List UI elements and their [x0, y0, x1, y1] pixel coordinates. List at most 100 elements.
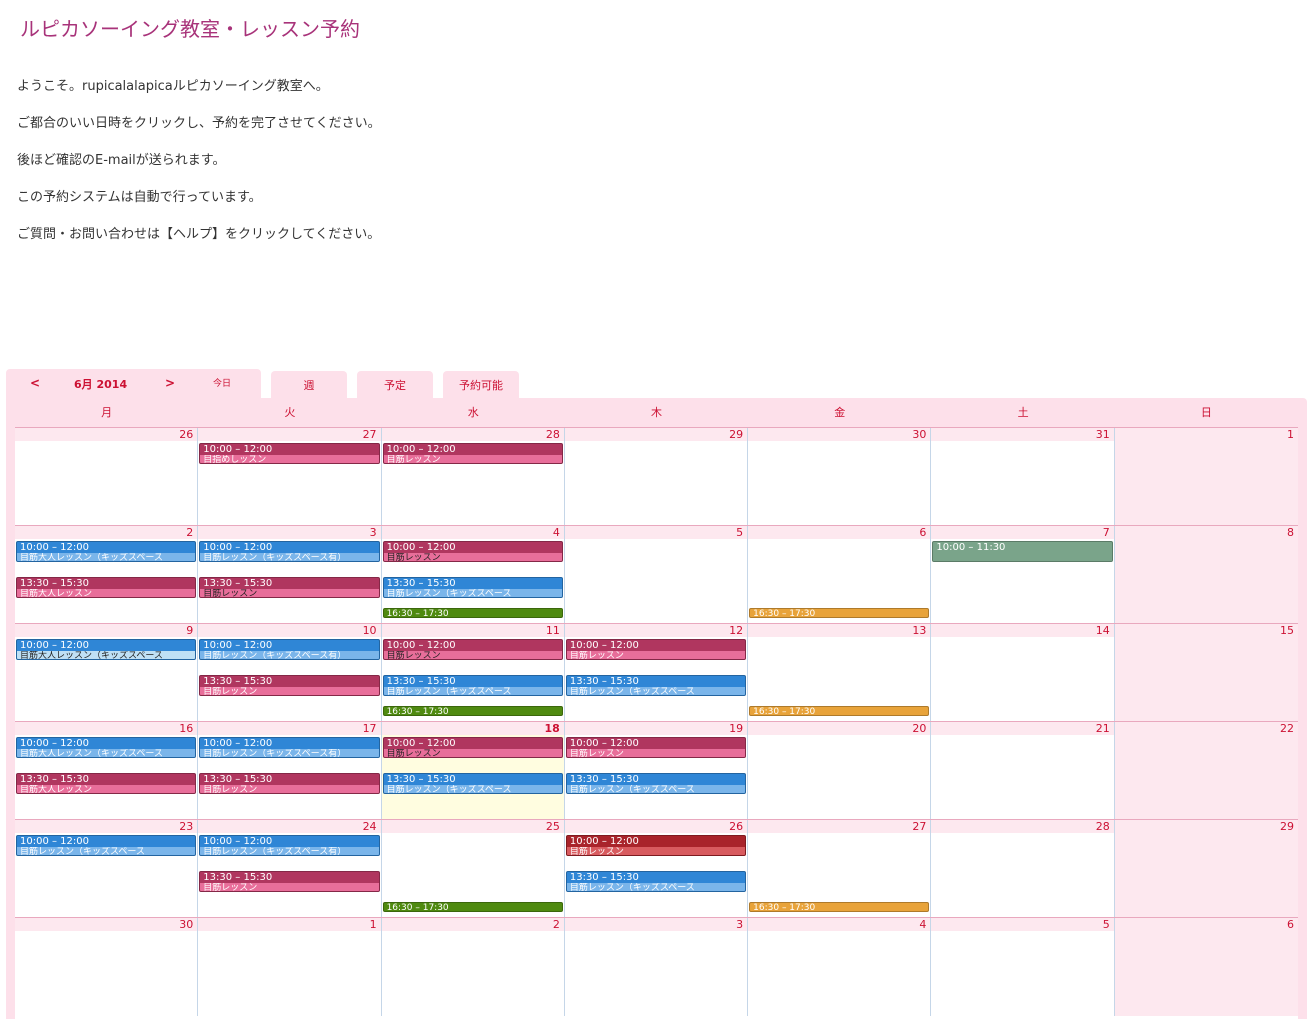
calendar-event[interactable]: 13:30 – 15:30 目筋レッスン（キッズスペース [565, 871, 747, 892]
day-cell[interactable]: 2 [381, 918, 565, 1016]
day-number[interactable]: 12 [564, 624, 748, 637]
calendar-event[interactable]: 13:30 – 15:30 目筋レッスン [199, 577, 380, 598]
calendar-event[interactable]: 10:00 – 12:00 目筋レッスン（キッズスペース [16, 835, 197, 856]
day-cell[interactable]: 1 [198, 918, 382, 1016]
today-button[interactable]: 今日 [213, 376, 231, 389]
day-number[interactable]: 25 [381, 820, 564, 833]
calendar-event[interactable]: 10:00 – 12:00 目筋レッスン（キッズスペース有） [199, 541, 380, 562]
calendar-event[interactable]: 13:30 – 15:30 目筋レッスン（キッズスペース [382, 773, 563, 794]
day-number[interactable]: 26 [564, 820, 748, 833]
day-number[interactable]: 11 [381, 624, 564, 637]
day-number[interactable]: 1 [198, 918, 381, 931]
calendar-event[interactable]: 16:30 – 17:30 [382, 902, 563, 912]
calendar-event[interactable]: 16:30 – 17:30 [382, 608, 563, 618]
day-cell[interactable]: 6 [1114, 918, 1298, 1016]
day-cell[interactable]: 31 [931, 428, 1115, 526]
calendar-event[interactable]: 10:00 – 12:00 目筋レッスン（キッズスペース有） [199, 835, 380, 856]
calendar-event[interactable]: 10:00 – 12:00 目筋レッスン [565, 639, 747, 660]
day-number[interactable]: 3 [564, 918, 748, 931]
day-number[interactable]: 5 [931, 918, 1114, 931]
day-cell[interactable]: 22 [1114, 722, 1298, 820]
prev-month-button[interactable]: < [30, 376, 40, 390]
day-number[interactable]: 14 [931, 624, 1114, 637]
calendar-event[interactable]: 10:00 – 12:00 目筋大人レッスン（キッズスペース [16, 639, 197, 660]
day-number[interactable]: 6 [1114, 918, 1298, 931]
day-number[interactable]: 3 [198, 526, 381, 539]
calendar-event[interactable]: 13:30 – 15:30 目筋レッスン [199, 773, 380, 794]
calendar-event[interactable]: 13:30 – 15:30 目筋レッスン（キッズスペース [565, 675, 747, 696]
day-number[interactable]: 28 [931, 820, 1114, 833]
day-number[interactable]: 2 [381, 918, 564, 931]
calendar-event[interactable]: 16:30 – 17:30 [382, 706, 563, 716]
calendar-event[interactable]: 10:00 – 12:00 目筋レッスン [382, 541, 563, 562]
day-number[interactable]: 31 [931, 428, 1114, 441]
day-cell[interactable]: 14 [931, 624, 1115, 722]
calendar-event[interactable]: 13:30 – 15:30 目筋レッスン（キッズスペース [382, 577, 563, 598]
calendar-event[interactable]: 10:00 – 12:00 目筋レッスン [382, 639, 563, 660]
calendar-event[interactable]: 10:00 – 11:30 [932, 541, 1113, 562]
calendar-event[interactable]: 10:00 – 12:00 目筋レッスン [565, 835, 747, 856]
day-number[interactable]: 18 [381, 722, 564, 735]
day-cell[interactable]: 4 [748, 918, 932, 1016]
day-number[interactable]: 2 [15, 526, 198, 539]
day-cell[interactable]: 5 [564, 526, 749, 624]
day-cell[interactable]: 5 [931, 918, 1115, 1016]
calendar-event[interactable]: 10:00 – 12:00 目筋レッスン（キッズスペース有） [199, 737, 380, 758]
day-number[interactable]: 30 [15, 918, 198, 931]
day-cell[interactable]: 30 [15, 918, 199, 1016]
day-number[interactable]: 30 [748, 428, 931, 441]
day-number[interactable]: 16 [15, 722, 198, 735]
day-cell[interactable]: 3 [564, 918, 749, 1016]
day-number[interactable]: 15 [1114, 624, 1298, 637]
calendar-event[interactable]: 10:00 – 12:00 目筋レッスン [382, 737, 563, 758]
calendar-event[interactable]: 13:30 – 15:30 目筋レッスン [199, 871, 380, 892]
next-month-button[interactable]: > [165, 376, 175, 390]
day-number[interactable]: 29 [564, 428, 748, 441]
calendar-event[interactable]: 13:30 – 15:30 目筋レッスン [199, 675, 380, 696]
calendar-event[interactable]: 16:30 – 17:30 [749, 902, 930, 912]
day-number[interactable]: 21 [931, 722, 1114, 735]
calendar-event[interactable]: 13:30 – 15:30 目筋大人レッスン [16, 577, 197, 598]
calendar-event[interactable]: 16:30 – 17:30 [749, 706, 930, 716]
day-number[interactable]: 8 [1114, 526, 1298, 539]
day-number[interactable]: 27 [198, 428, 381, 441]
calendar-event[interactable]: 10:00 – 12:00 目筋レッスン（キッズスペース有） [199, 639, 380, 660]
day-cell[interactable]: 28 [931, 820, 1115, 918]
calendar-event[interactable]: 10:00 – 12:00 目筋大人レッスン（キッズスペース [16, 737, 197, 758]
calendar-event[interactable]: 10:00 – 12:00 目筋レッスン [565, 737, 747, 758]
calendar-event[interactable]: 13:30 – 15:30 目筋レッスン（キッズスペース [382, 675, 563, 696]
calendar-event[interactable]: 10:00 – 12:00 目筋大人レッスン（キッズスペース [16, 541, 197, 562]
day-number[interactable]: 27 [748, 820, 931, 833]
day-number[interactable]: 19 [564, 722, 748, 735]
day-number[interactable]: 1 [1114, 428, 1298, 441]
calendar-event[interactable]: 13:30 – 15:30 目筋レッスン（キッズスペース [565, 773, 747, 794]
day-number[interactable]: 22 [1114, 722, 1298, 735]
day-number[interactable]: 20 [748, 722, 931, 735]
day-number[interactable]: 6 [748, 526, 931, 539]
calendar-event[interactable]: 10:00 – 12:00 目筋レッスン [382, 443, 563, 464]
calendar-event[interactable]: 10:00 – 12:00 目指めしッスン [199, 443, 380, 464]
day-number[interactable]: 9 [15, 624, 198, 637]
day-cell[interactable]: 1 [1114, 428, 1298, 526]
day-cell[interactable]: 15 [1114, 624, 1298, 722]
day-cell[interactable]: 26 [15, 428, 199, 526]
day-cell[interactable]: 30 [748, 428, 932, 526]
day-cell[interactable]: 21 [931, 722, 1115, 820]
day-number[interactable]: 5 [564, 526, 748, 539]
day-number[interactable]: 4 [381, 526, 564, 539]
tab-agenda[interactable]: 予定 [357, 371, 433, 398]
day-number[interactable]: 24 [198, 820, 381, 833]
day-cell[interactable]: 20 [748, 722, 932, 820]
day-cell[interactable]: 29 [564, 428, 749, 526]
day-cell[interactable]: 29 [1114, 820, 1298, 918]
tab-week[interactable]: 週 [271, 371, 347, 398]
day-number[interactable]: 10 [198, 624, 381, 637]
tab-available[interactable]: 予約可能 [443, 371, 519, 398]
day-number[interactable]: 29 [1114, 820, 1298, 833]
day-number[interactable]: 7 [931, 526, 1114, 539]
day-number[interactable]: 17 [198, 722, 381, 735]
calendar-event[interactable]: 13:30 – 15:30 目筋大人レッスン [16, 773, 197, 794]
calendar-event[interactable]: 16:30 – 17:30 [749, 608, 930, 618]
day-number[interactable]: 23 [15, 820, 198, 833]
day-number[interactable]: 4 [748, 918, 931, 931]
